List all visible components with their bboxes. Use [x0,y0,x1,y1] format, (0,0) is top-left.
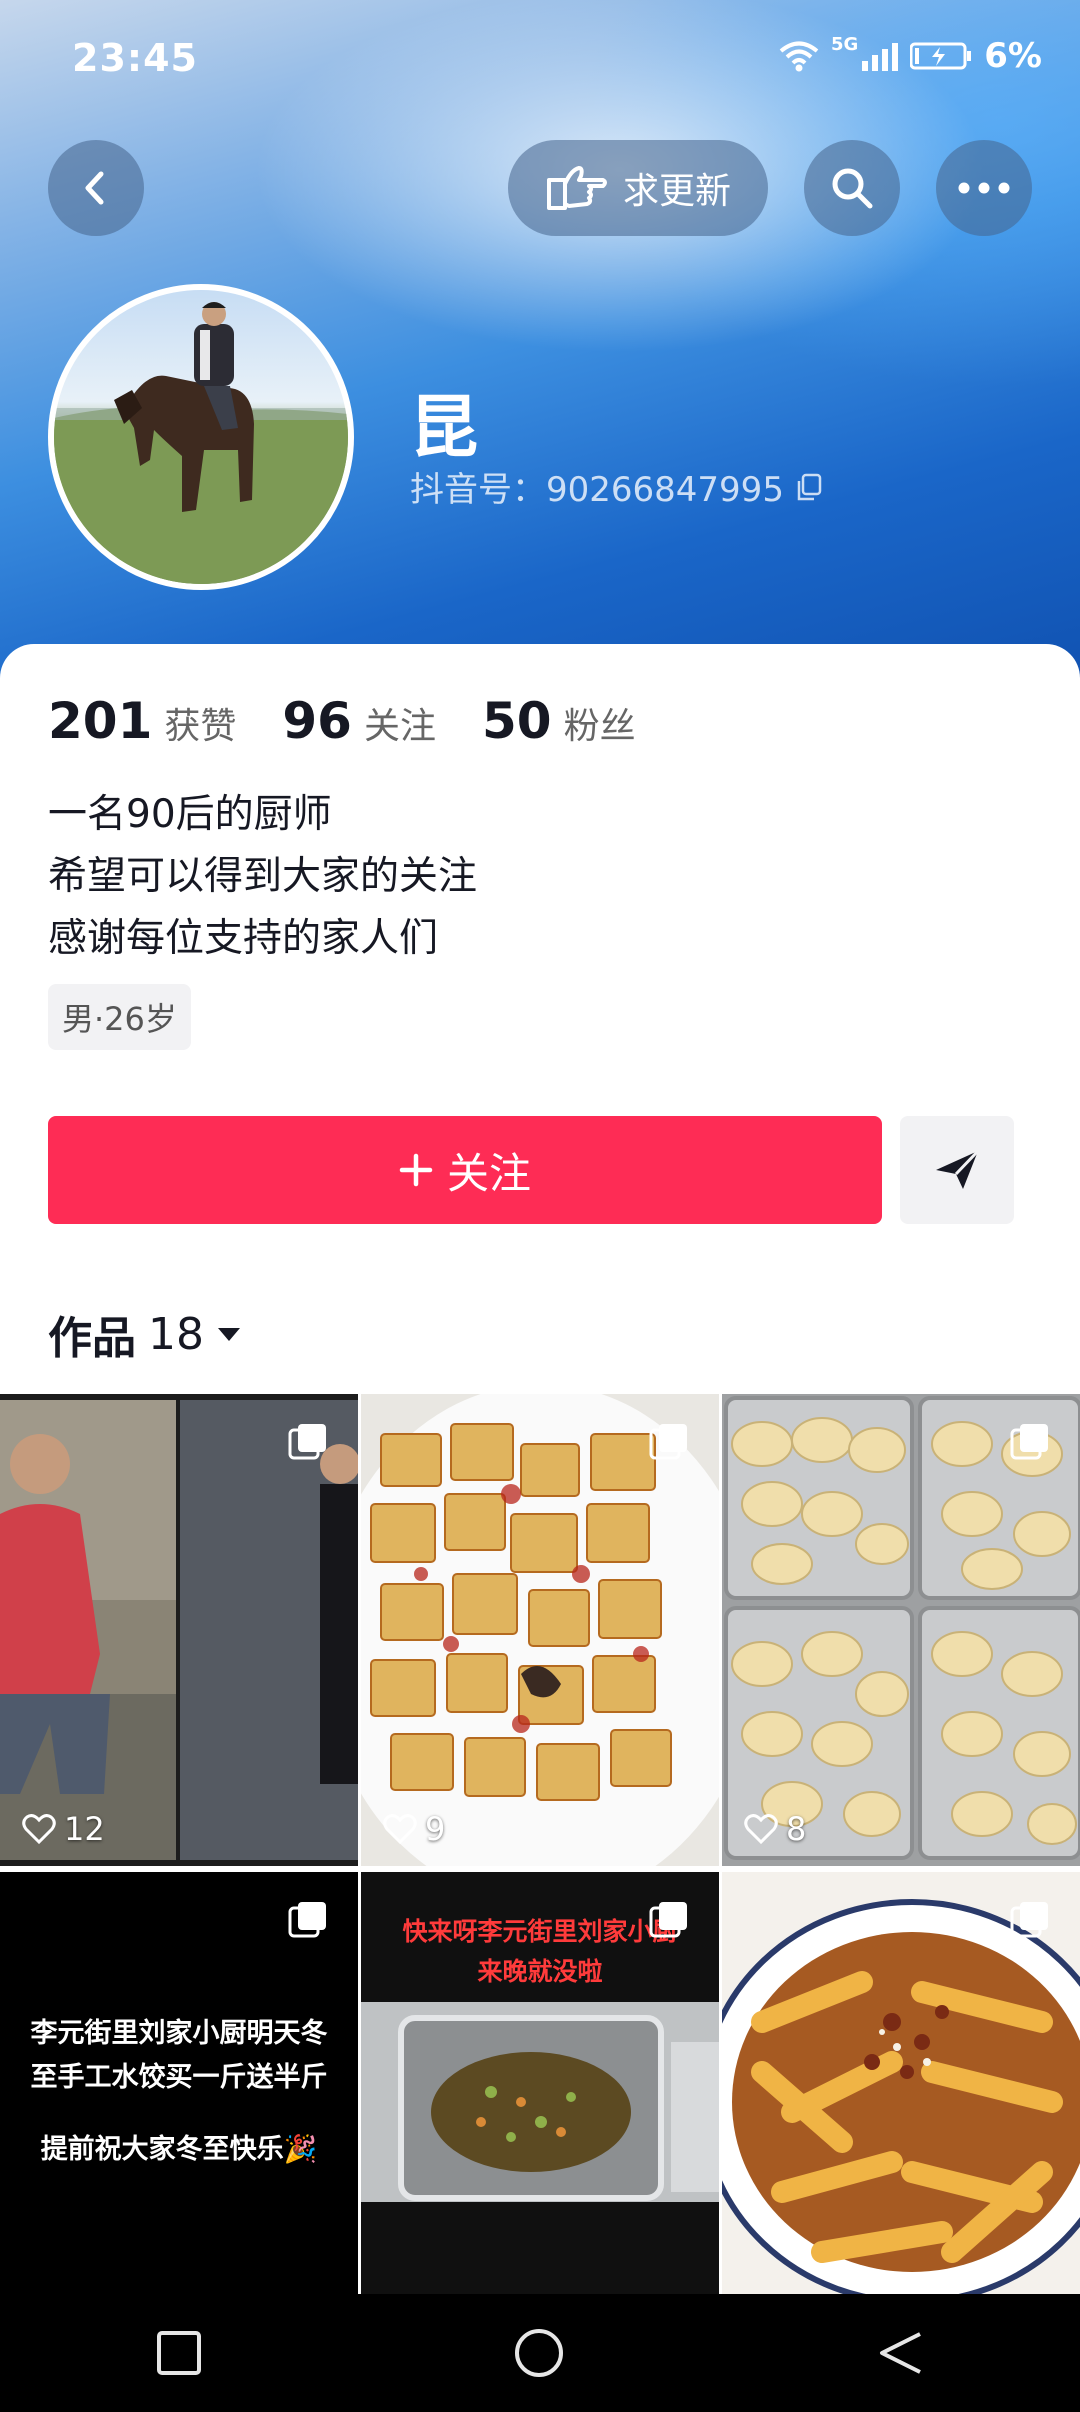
overlay-line: 李元街里刘家小厨明天冬 [30,2018,328,2049]
network-label: 5G [830,33,859,55]
video-tile[interactable]: 12 [0,1394,358,1866]
overlay-line [0,2100,358,2128]
system-navigation-bar [0,2294,1080,2412]
search-icon [832,168,873,209]
profile-name: 昆 [410,389,479,468]
video-tile[interactable]: 快来呀李元街里刘家小厨 来晚就没啦 [361,1872,719,2344]
douyin-id-text: 抖音号：90266847995 [410,470,784,510]
pointing-hand-icon [546,166,607,210]
likes-count: 8 [744,1810,806,1848]
video-thumbnail [361,2002,719,2202]
stat-value: 50 [482,692,552,750]
chevron-left-icon [85,171,104,205]
video-grid: 12 9 8 李元街里刘家小厨明天冬 至手工水饺买一斤送半斤 提前祝大家冬至快乐… [0,1394,1080,2344]
video-tile[interactable] [722,1872,1080,2344]
status-icons: 5G 6% [779,33,1042,76]
heart-icon [744,1814,778,1844]
stat-likes[interactable]: 201 获赞 [48,692,236,750]
stats-row: 201 获赞 96 关注 50 粉丝 [48,692,682,750]
follow-label: 关注 [446,1148,531,1198]
heart-icon [22,1814,56,1844]
stat-label: 获赞 [164,706,237,747]
stat-label: 粉丝 [563,706,636,747]
request-update-button[interactable]: 求更新 [508,140,768,236]
overlay-line: 提前祝大家冬至快乐🎉 [40,2134,318,2165]
works-count: 18 [148,1308,204,1360]
home-icon[interactable] [513,2327,565,2379]
video-thumbnail [361,1394,719,1866]
stat-value: 96 [282,692,352,750]
multi-image-icon [649,1424,687,1460]
likes-value: 9 [425,1810,446,1848]
douyin-id: 抖音号：90266847995 [410,462,824,511]
plus-icon [399,1153,433,1187]
bio: 一名90后的厨师 希望可以得到大家的关注 感谢每位支持的家人们 [48,784,477,970]
multi-image-icon [288,1424,326,1460]
likes-value: 8 [786,1810,807,1848]
works-label: 作品 [48,1313,136,1364]
avatar[interactable] [48,284,354,590]
more-button[interactable] [936,140,1032,236]
video-overlay-text: 李元街里刘家小厨明天冬 至手工水饺买一斤送半斤 提前祝大家冬至快乐🎉 [0,2012,358,2172]
likes-value: 12 [64,1810,105,1848]
wifi-icon [779,41,819,72]
stat-value: 201 [48,692,153,750]
video-thumbnail [722,1899,1080,2305]
multi-image-icon [288,1902,326,1938]
bio-line: 一名90后的厨师 [48,792,332,837]
more-dots-icon [958,182,1010,194]
stat-following[interactable]: 96 关注 [282,692,436,750]
multi-image-icon [649,1902,687,1938]
back-triangle-icon[interactable] [876,2330,924,2376]
works-tab[interactable]: 作品 18 [48,1302,242,1366]
multi-image-icon [1010,1902,1048,1938]
back-button[interactable] [48,140,144,236]
status-time: 23:45 [72,36,198,80]
battery-icon [910,42,972,70]
likes-count: 12 [22,1810,105,1848]
video-tile[interactable]: 8 [722,1394,1080,1866]
bio-line: 感谢每位支持的家人们 [48,916,439,961]
send-message-button[interactable] [900,1116,1014,1224]
multi-image-icon [1010,1424,1048,1460]
recent-apps-icon[interactable] [156,2330,202,2376]
gender-age-tag: 男·26岁 [48,984,191,1050]
search-button[interactable] [804,140,900,236]
bio-line: 希望可以得到大家的关注 [48,854,478,899]
caret-down-icon [218,1328,240,1341]
send-arrow-icon [936,1149,980,1189]
heart-icon [383,1814,417,1844]
likes-count: 9 [383,1810,445,1848]
stat-label: 关注 [363,706,436,747]
stat-followers[interactable]: 50 粉丝 [482,692,636,750]
video-thumbnail [0,1400,358,1860]
status-bar: 23:45 5G 6% [72,34,1042,88]
video-tile[interactable]: 李元街里刘家小厨明天冬 至手工水饺买一斤送半斤 提前祝大家冬至快乐🎉 [0,1872,358,2344]
battery-percent: 6% [984,36,1042,76]
video-thumbnail [724,1396,1080,1860]
avatar-photo-horse-rider [54,302,348,584]
video-tile[interactable]: 9 [361,1394,719,1866]
follow-button[interactable]: 关注 [48,1116,882,1224]
overlay-line: 至手工水饺买一斤送半斤 [30,2062,328,2093]
copy-icon[interactable] [794,472,824,502]
signal-icon [862,43,899,71]
request-update-label: 求更新 [622,171,731,212]
overlay-line: 来晚就没啦 [477,1957,603,1986]
